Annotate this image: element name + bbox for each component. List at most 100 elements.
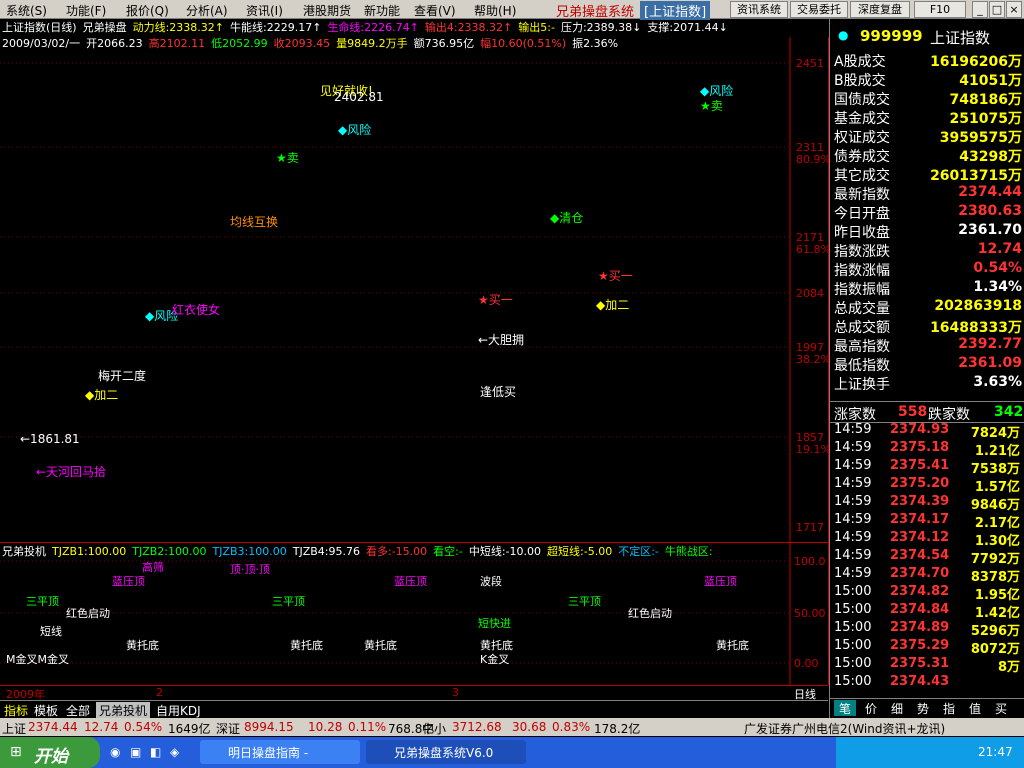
right-tab[interactable]: 价 <box>860 700 882 716</box>
header-field: 输出5:- <box>518 21 555 34</box>
osc-annotation: 红色启动 <box>66 607 110 620</box>
osc-annotation: 黄托底 <box>126 639 159 652</box>
menu-info[interactable]: 资讯(I) <box>246 2 283 19</box>
right-tab[interactable]: 笔 <box>834 700 856 716</box>
header-field: 动力线:2338.32↑ <box>132 21 225 34</box>
tick-price: 2374.54 <box>890 548 950 563</box>
osc-annotation: 顶·顶·顶 <box>230 563 270 576</box>
stats-row: 今日开盘 2380.63 <box>832 203 1022 222</box>
tick-list: 14:59 2374.93 7824万 14:59 2375.18 1.21亿 14:59 2… <box>830 422 1024 694</box>
header-field: 压力:2389.38↓ <box>560 21 642 34</box>
tick-time: 14:59 <box>834 440 872 455</box>
stats-value: 16488333万 <box>930 320 1022 336</box>
windows-logo-icon: ⊞ <box>10 744 22 760</box>
info-system-button[interactable]: 资讯系统 <box>730 1 788 18</box>
security-name: 上证指数 <box>930 29 991 47</box>
menu-system[interactable]: 系统(S) <box>6 2 47 19</box>
ie-icon[interactable]: ◉ <box>110 745 120 759</box>
stats-value: 0.54% <box>973 260 1022 276</box>
stats-row: 基金成交 251075万 <box>832 108 1022 127</box>
osc-annotation: 黄托底 <box>364 639 397 652</box>
chart-header-line1: 上证指数(日线) 兄弟操盘 动力线:2338.32↑ 牛能线:2229.17↑ 生命线:… <box>2 19 828 35</box>
close-icon[interactable]: × <box>1006 1 1022 18</box>
tick-time: 14:59 <box>834 422 872 437</box>
task-window-2[interactable]: 兄弟操盘系统V6.0 <box>366 740 526 764</box>
right-tab[interactable]: 势 <box>912 700 934 716</box>
zx-amount: 178.2亿 <box>594 722 641 736</box>
tick-price: 2374.43 <box>890 674 950 689</box>
chart-annotation: ←天河回马拾 <box>36 465 107 479</box>
stats-label: 昨日收盘 <box>834 225 890 241</box>
tick-price: 2374.12 <box>890 530 950 545</box>
stats-row: 其它成交 26013715万 <box>832 165 1022 184</box>
zx-label: 中小 <box>422 722 447 736</box>
price-axis-label: 80.9% <box>796 153 831 166</box>
tab-all[interactable]: 全部 <box>66 702 90 719</box>
tick-price: 2374.17 <box>890 512 950 527</box>
tick-volume: 7538万 <box>970 462 1020 477</box>
osc-annotation: 蓝压顶 <box>394 575 427 588</box>
trade-order-button[interactable]: 交易委托 <box>790 1 848 18</box>
stats-value: 3959575万 <box>939 130 1022 146</box>
tab-custom-kdj[interactable]: 自用KDJ <box>156 702 201 719</box>
chart-annotation: ◆风险 <box>338 123 372 137</box>
breadth-row: 涨家数 558 跌家数 342 <box>830 401 1024 423</box>
menu-new-features[interactable]: 新功能 <box>364 2 400 19</box>
right-tab[interactable]: 指 <box>938 700 960 716</box>
desktop-icon[interactable]: ◧ <box>150 745 161 759</box>
zx-change: 30.68 <box>512 720 547 734</box>
sz-label: 深证 <box>216 722 241 736</box>
stats-value: 2374.44 <box>958 184 1022 200</box>
breadth-up-value: 558 <box>898 404 928 420</box>
tab-indicator[interactable]: 指标 <box>4 702 28 719</box>
tick-row: 14:59 2374.17 2.17亿 <box>832 512 1022 531</box>
menu-hk-futures[interactable]: 港股期货 <box>303 2 351 19</box>
stats-label: 权证成交 <box>834 130 890 146</box>
tick-volume: 2.17亿 <box>974 516 1020 531</box>
header-field: 生命线:2226.74↑ <box>327 21 419 34</box>
chart-annotation: ★买一 <box>598 269 633 283</box>
stats-row: 总成交量 202863918 <box>832 298 1022 317</box>
tab-brother-spec[interactable]: 兄弟投机 <box>96 702 151 719</box>
stats-row: 昨日收盘 2361.70 <box>832 222 1022 241</box>
right-tab[interactable]: 细 <box>886 700 908 716</box>
tick-time: 14:59 <box>834 548 872 563</box>
tick-price: 2374.70 <box>890 566 950 581</box>
media-icon[interactable]: ◈ <box>170 745 179 759</box>
right-tab[interactable]: 买 <box>990 700 1012 716</box>
tick-row: 14:59 2374.54 7792万 <box>832 548 1022 567</box>
menu-help[interactable]: 帮助(H) <box>474 2 516 19</box>
stats-value: 12.74 <box>977 241 1022 257</box>
chart-annotation: ←1861.81 <box>20 432 80 446</box>
sh-percent: 0.54% <box>124 720 163 734</box>
folder-icon[interactable]: ▣ <box>130 745 141 759</box>
task-window-1[interactable]: 明日操盘指南 - <box>200 740 360 764</box>
menu-quote[interactable]: 报价(Q) <box>126 2 169 19</box>
stats-value: 2380.63 <box>958 203 1022 219</box>
right-tab[interactable]: 值 <box>964 700 986 716</box>
stats-row: A股成交 16196206万 <box>832 51 1022 70</box>
chart-annotation: 逢低买 <box>480 385 517 399</box>
price-axis-label: 1717 <box>796 521 824 534</box>
chart-annotations: 见好就收! 2402.81 ◆风险 ★卖 均线互换 ◆风险 红衣使女 梅开二度 ◆加二 ←1861… <box>0 37 790 542</box>
price-axis-label: 2451 <box>796 57 824 70</box>
menu-view[interactable]: 查看(V) <box>414 2 456 19</box>
stats-row: 指数涨跌 12.74 <box>832 241 1022 260</box>
start-button[interactable]: ⊞ 开始 <box>0 737 100 768</box>
tick-time: 14:59 <box>834 476 872 491</box>
deep-review-button[interactable]: 深度复盘 <box>850 1 910 18</box>
osc-annotation: 三平顶 <box>26 595 59 608</box>
f10-button[interactable]: F10 <box>914 1 966 18</box>
maximize-icon[interactable]: □ <box>989 1 1005 18</box>
stats-label: 上证换手 <box>834 377 890 393</box>
tick-row: 14:59 2374.93 7824万 <box>832 422 1022 441</box>
clock: 21:47 <box>978 745 1013 759</box>
tab-template[interactable]: 模板 <box>34 702 58 719</box>
menu-analysis[interactable]: 分析(A) <box>186 2 228 19</box>
osc-annotation: 红色启动 <box>628 607 672 620</box>
header-field: 牛能线:2229.17↑ <box>230 21 322 34</box>
breadth-up-label: 涨家数 <box>834 407 876 423</box>
osc-annotation: 三平顶 <box>568 595 601 608</box>
menu-function[interactable]: 功能(F) <box>66 2 106 19</box>
minimize-icon[interactable]: _ <box>972 1 988 18</box>
